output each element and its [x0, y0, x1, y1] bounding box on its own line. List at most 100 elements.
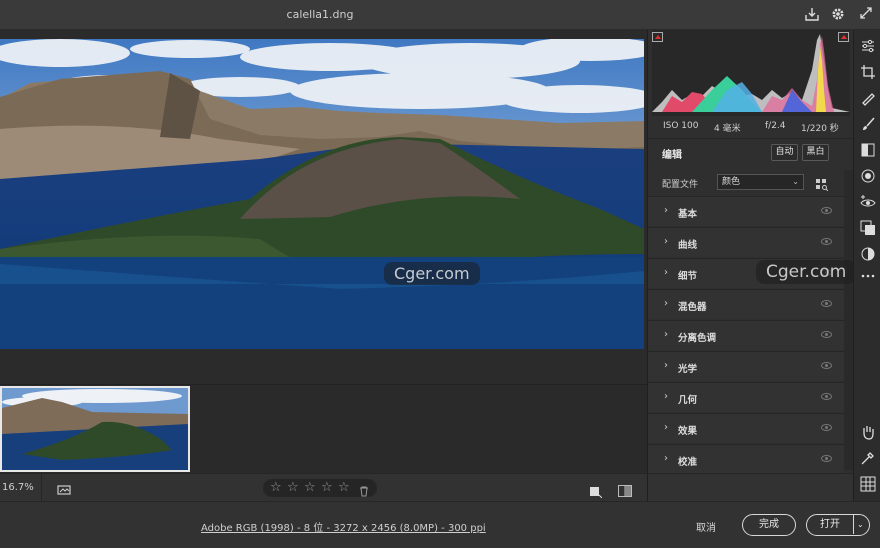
section-label: 基本 [678, 209, 698, 220]
hand-icon[interactable] [860, 424, 876, 440]
section-mixer[interactable]: › 混色器 [648, 289, 844, 319]
profile-value: 颜色 [722, 177, 741, 187]
star-rating[interactable]: ☆ ☆ ☆ ☆ ☆ [263, 479, 377, 497]
section-curve[interactable]: › 曲线 [648, 227, 844, 257]
chevron-right-icon: › [664, 236, 668, 247]
fullscreen-icon[interactable] [857, 6, 875, 24]
red-eye-icon[interactable] [860, 194, 876, 210]
watermark: Cger.com [384, 262, 480, 285]
star-4[interactable]: ☆ [321, 480, 333, 495]
section-label: 混色器 [678, 302, 707, 313]
preview-image[interactable] [0, 39, 644, 349]
camera-raw-window: calella1.dng Cger.com 16.7% ☆ ☆ ☆ ☆ ☆ IS… [0, 0, 880, 548]
healing-icon[interactable] [860, 90, 876, 106]
chevron-right-icon: › [664, 391, 668, 402]
eye-icon[interactable] [821, 300, 832, 307]
section-label: 光学 [678, 364, 698, 375]
exif-info: ISO 100 4 毫米 f/2.4 1/220 秒 [648, 117, 854, 135]
edit-sliders-icon[interactable] [860, 38, 876, 54]
status-bar: Adobe RGB (1998) - 8 位 - 3272 x 2456 (8.… [0, 501, 880, 548]
tool-column [853, 30, 880, 501]
iso-value: ISO 100 [663, 121, 699, 131]
panel-footer [648, 473, 854, 501]
bw-button[interactable]: 黑白 [802, 144, 829, 161]
filmstrip-sort-icon[interactable] [57, 482, 73, 495]
before-after-icon[interactable] [618, 482, 632, 497]
more-icon[interactable] [860, 268, 876, 284]
highlight-clipping-icon[interactable] [838, 32, 849, 42]
profile-select[interactable]: 颜色 ⌄ [717, 174, 804, 190]
chevron-down-icon[interactable]: ⌄ [857, 515, 864, 534]
brush-icon[interactable] [860, 116, 876, 132]
focal-length-value: 4 毫米 [714, 124, 741, 134]
crop-icon[interactable] [860, 64, 876, 80]
edit-header: 编辑 自动 黑白 [648, 138, 854, 166]
watermark-2: Cger.com [756, 260, 857, 284]
eye-icon[interactable] [821, 331, 832, 338]
eye-icon[interactable] [821, 455, 832, 462]
workflow-options-link[interactable]: Adobe RGB (1998) - 8 位 - 3272 x 2456 (8.… [201, 519, 486, 534]
section-label: 效果 [678, 426, 698, 437]
section-basic[interactable]: › 基本 [648, 196, 844, 226]
gear-icon[interactable] [829, 6, 847, 24]
section-calibration[interactable]: › 校准 [648, 444, 844, 474]
aperture-value: f/2.4 [765, 121, 786, 131]
chevron-right-icon: › [664, 267, 668, 278]
title-bar: calella1.dng [0, 0, 880, 30]
section-effects[interactable]: › 效果 [648, 413, 844, 443]
filmstrip-thumbnail[interactable] [0, 386, 190, 472]
section-optics[interactable]: › 光学 [648, 351, 844, 381]
open-button-label: 打开 [820, 519, 840, 530]
eye-icon[interactable] [821, 393, 832, 400]
profile-label: 配置文件 [662, 180, 699, 190]
open-button[interactable]: 打开 ⌄ [806, 514, 870, 536]
eye-icon[interactable] [821, 362, 832, 369]
section-label: 校准 [678, 457, 698, 468]
chevron-right-icon: › [664, 205, 668, 216]
edit-title: 编辑 [662, 150, 682, 161]
star-2[interactable]: ☆ [287, 480, 299, 495]
snapshots-icon[interactable] [860, 220, 876, 236]
gradient-icon[interactable] [860, 142, 876, 158]
presets-icon[interactable] [860, 246, 876, 262]
zoom-level[interactable]: 16.7% ⌄ [0, 474, 42, 520]
divider [853, 515, 854, 534]
window-title: calella1.dng [286, 8, 354, 21]
section-label: 曲线 [678, 240, 698, 251]
done-button[interactable]: 完成 [742, 514, 796, 536]
auto-button[interactable]: 自动 [771, 144, 798, 161]
bottom-toolbar: 16.7% ⌄ ☆ ☆ ☆ ☆ ☆ [0, 473, 647, 520]
section-label: 细节 [678, 271, 698, 282]
image-canvas[interactable]: Cger.com [0, 30, 647, 384]
shutter-value: 1/220 秒 [801, 124, 839, 134]
chevron-right-icon: › [664, 298, 668, 309]
eye-icon[interactable] [821, 238, 832, 245]
star-3[interactable]: ☆ [304, 480, 316, 495]
chevron-right-icon: › [664, 360, 668, 371]
preview-options-icon[interactable] [590, 483, 603, 499]
chevron-right-icon: › [664, 422, 668, 433]
profile-browser-icon[interactable] [816, 176, 829, 192]
filmstrip [0, 384, 647, 473]
chevron-down-icon: ⌄ [792, 177, 799, 186]
cancel-button[interactable]: 取消 [696, 519, 716, 534]
section-label: 分离色调 [678, 333, 717, 344]
radial-filter-icon[interactable] [860, 168, 876, 184]
grid-overlay-icon[interactable] [860, 476, 876, 492]
trash-icon[interactable] [359, 482, 369, 501]
star-1[interactable]: ☆ [270, 480, 282, 495]
section-label: 几何 [678, 395, 698, 406]
shadow-clipping-icon[interactable] [652, 32, 663, 42]
section-geometry[interactable]: › 几何 [648, 382, 844, 412]
eye-icon[interactable] [821, 207, 832, 214]
eyedropper-icon[interactable] [860, 450, 876, 466]
eye-icon[interactable] [821, 424, 832, 431]
chevron-right-icon: › [664, 453, 668, 464]
chevron-right-icon: › [664, 329, 668, 340]
star-5[interactable]: ☆ [338, 480, 350, 495]
save-icon[interactable] [803, 6, 821, 24]
zoom-value: 16.7% [2, 482, 34, 493]
histogram [652, 30, 850, 116]
section-split-toning[interactable]: › 分离色调 [648, 320, 844, 350]
profile-row: 配置文件 颜色 ⌄ [648, 168, 854, 196]
